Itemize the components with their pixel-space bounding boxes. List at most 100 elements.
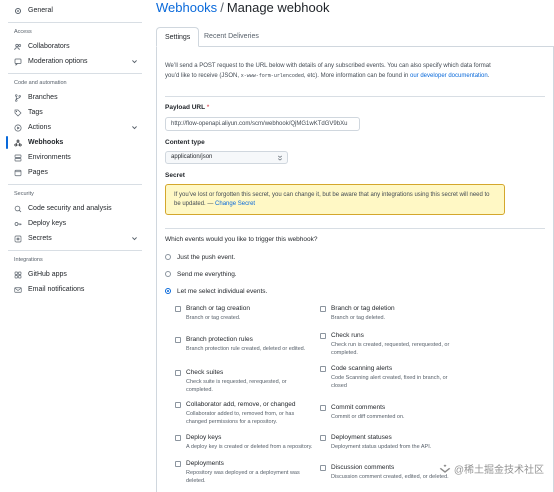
sidebar-item-label: Code security and analysis [28,205,112,212]
sidebar-item-moderation[interactable]: Moderation options [0,54,150,69]
sidebar-item-secrets[interactable]: Secrets [0,231,150,246]
section-divider [165,96,545,97]
sidebar-item-label: Deploy keys [28,220,67,227]
event-description: Collaborator added to, removed from, or … [186,411,295,425]
watermark: @稀土掘金技术社区 [439,461,544,476]
sidebar-group-heading: Integrations [14,257,43,263]
sidebar-item-label: Actions [28,124,51,131]
sidebar-item-label: General [28,7,53,14]
event-name: Code scanning alerts [331,365,393,372]
event-checkbox[interactable] [320,333,326,339]
radio-send-everything[interactable]: Send me everything. [165,269,237,279]
event-checkbox[interactable] [320,435,326,441]
sidebar-item-label: Secrets [28,235,52,242]
radio-button-selected[interactable] [165,288,171,294]
sidebar-item-label: Moderation options [28,58,88,65]
content-type-value: application/json [171,154,213,160]
sidebar-item-code-security[interactable]: Code security and analysis [0,201,150,216]
sidebar-item-actions[interactable]: Actions [0,120,150,135]
breadcrumb-separator: / [220,0,224,15]
developer-docs-link[interactable]: our developer documentation [410,73,488,79]
event-name: Deployment statuses [331,434,392,441]
tab-settings[interactable]: Settings [156,27,200,47]
sidebar-item-general[interactable]: General [0,3,150,18]
event-checkbox[interactable] [320,405,326,411]
radio-button[interactable] [165,254,171,260]
event-checkbox[interactable] [175,306,181,312]
event-description: Deployment status updated from the API. [331,444,432,450]
event-name: Branch or tag creation [186,305,250,312]
main-panel: Webhooks / Manage webhook Settings Recent … [150,0,554,492]
sidebar-item-label: Tags [28,109,43,116]
webhook-form: We’ll send a POST request to the URL bel… [156,47,554,492]
sidebar-divider [8,184,142,185]
event-checkbox[interactable] [175,370,181,376]
branch-icon [14,93,22,102]
event-checkbox[interactable] [175,435,181,441]
radio-button[interactable] [165,271,171,277]
event-checkbox[interactable] [175,461,181,467]
sidebar-item-github-apps[interactable]: GitHub apps [0,267,150,282]
sidebar-divider [8,22,142,23]
tag-icon [14,109,22,117]
chevron-down-icon [132,60,137,64]
event-checkbox[interactable] [320,306,326,312]
sidebar-item-environments[interactable]: Environments [0,150,150,165]
sidebar-item-label: Pages [28,169,48,176]
webhook-icon [14,139,22,147]
page-title-text: Manage webhook [226,0,330,15]
event-name: Deploy keys [186,434,222,441]
intro-part: , etc). More information can be found in [303,73,409,79]
juejin-logo-icon [439,464,451,473]
sidebar-item-tags[interactable]: Tags [0,105,150,120]
sidebar-item-deploy-keys[interactable]: Deploy keys [0,216,150,231]
event-name: Deployments [186,460,224,467]
server-icon [14,154,22,162]
event-description: Check run is created, requested, rereque… [331,342,450,356]
secret-label: Secret [165,172,185,179]
apps-icon [14,271,22,279]
event-name: Branch protection rules [186,336,253,343]
event-name: Commit comments [331,404,386,411]
required-marker: * [206,104,210,111]
sidebar-item-webhooks[interactable]: Webhooks [0,135,150,150]
radio-just-push[interactable]: Just the push event. [165,252,235,262]
chevron-down-icon [132,126,137,130]
sidebar-item-label: Branches [28,94,58,101]
sidebar-item-branches[interactable]: Branches [0,90,150,105]
key-icon [14,220,22,228]
content-type-select[interactable]: application/json [165,151,288,164]
intro-code: x-www-form-urlencoded [240,73,304,79]
settings-sidebar: General Access Collaborators Moderation … [0,0,150,492]
event-checkbox[interactable] [175,337,181,343]
gear-icon [14,7,22,15]
tab-recent-deliveries[interactable]: Recent Deliveries [196,27,267,47]
event-checkbox[interactable] [320,366,326,372]
sidebar-item-pages[interactable]: Pages [0,165,150,180]
sidebar-item-collaborators[interactable]: Collaborators [0,39,150,54]
sidebar-group-heading: Code and automation [14,80,67,86]
radio-select-individual[interactable]: Let me select individual events. [165,286,267,296]
event-name: Check suites [186,369,224,376]
radio-label: Send me everything. [177,270,237,278]
sidebar-group-heading: Security [14,191,34,197]
payload-url-input[interactable]: http://flow-openapi.aliyun.com/scm/webho… [165,117,360,131]
event-name: Discussion comments [331,464,395,471]
sidebar-item-label: GitHub apps [28,271,67,278]
event-name: Collaborator add, remove, or changed [186,401,296,408]
secret-warning-flash: If you’ve lost or forgotten this secret,… [165,184,505,215]
event-description: Branch or tag created. [186,315,241,321]
change-secret-link[interactable]: Change Secret [215,201,255,207]
breadcrumb-webhooks-link[interactable]: Webhooks [156,0,217,15]
sidebar-item-email-notifications[interactable]: Email notifications [0,282,150,297]
report-icon [14,58,22,66]
event-description: Commit or diff commented on. [331,414,405,420]
watermark-text: @稀土掘金技术社区 [453,465,544,476]
event-description: Branch or tag deleted. [331,315,386,321]
event-description: A deploy key is created or deleted from … [186,444,313,450]
sidebar-divider [8,73,142,74]
event-checkbox[interactable] [175,402,181,408]
event-checkbox[interactable] [320,465,326,471]
content-type-label: Content type [165,139,205,146]
browser-icon [14,169,22,177]
